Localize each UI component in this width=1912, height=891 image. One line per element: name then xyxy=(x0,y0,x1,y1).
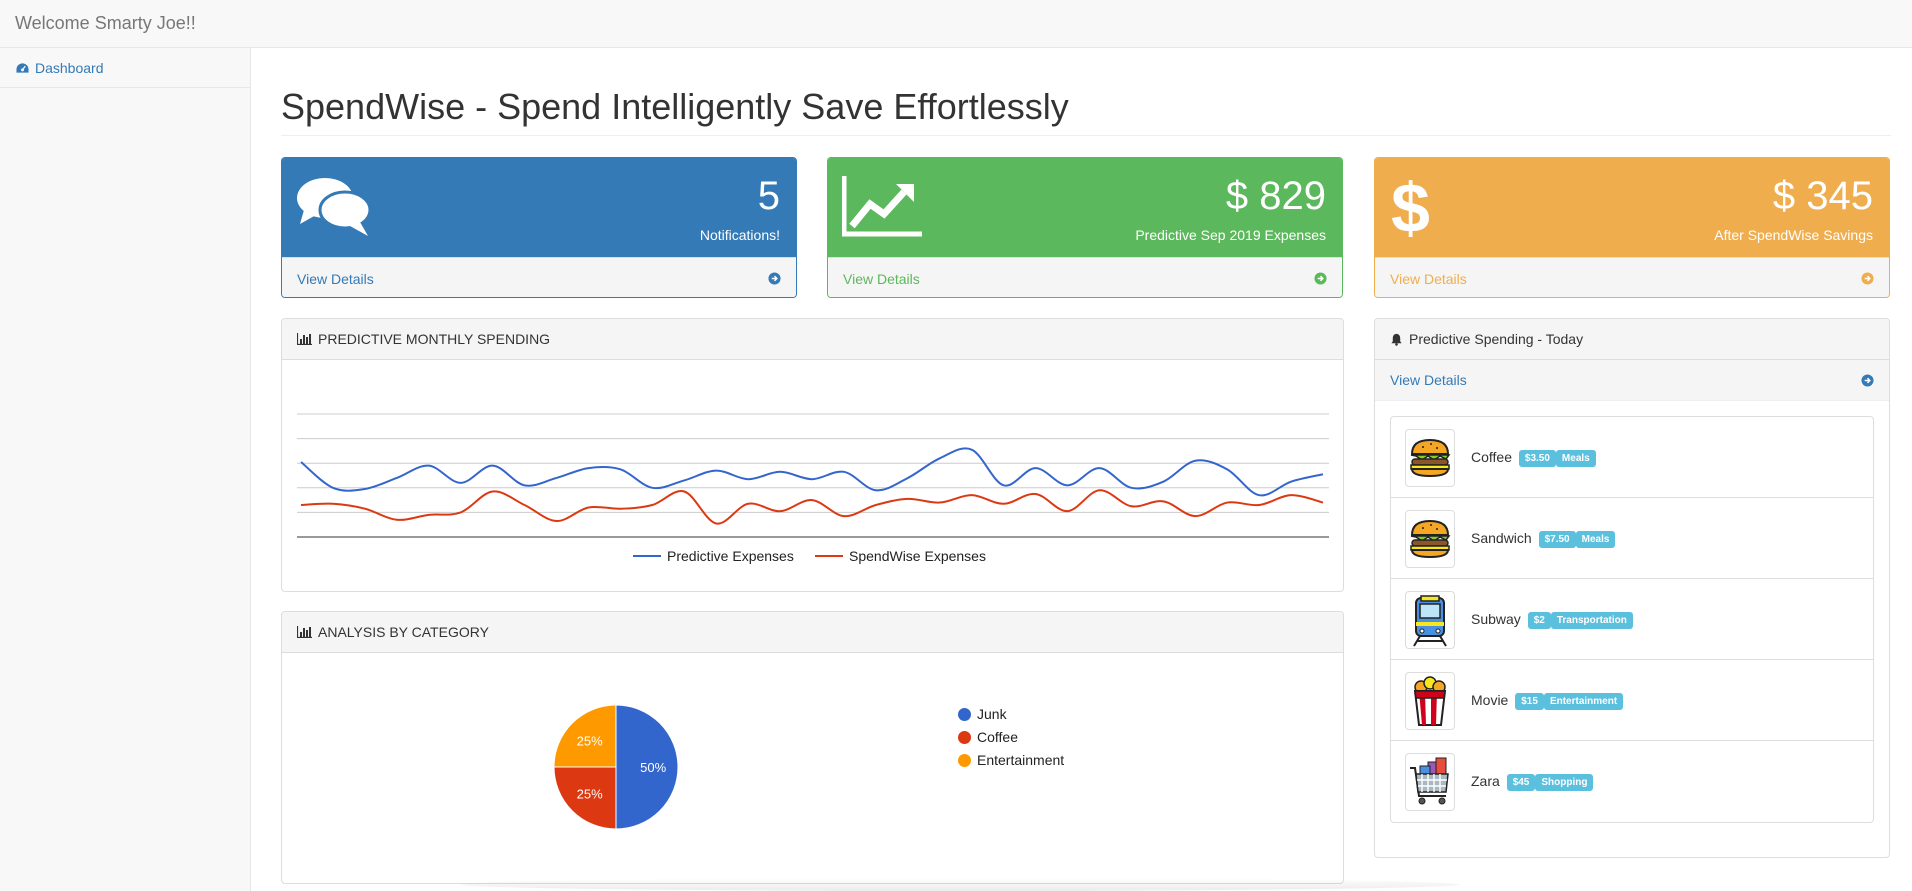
item-thumbnail xyxy=(1405,429,1455,487)
svg-text:$: $ xyxy=(1391,176,1430,242)
item-name-line: Sandwich $7.50 Meals xyxy=(1471,530,1616,548)
sidebar-item-label: Dashboard xyxy=(35,59,104,76)
amount-badge: $45 xyxy=(1506,774,1536,791)
item-name-line: Coffee $3.50 Meals xyxy=(1471,449,1596,467)
shopping-cart-icon xyxy=(1410,757,1449,805)
view-details-label: View Details xyxy=(1390,270,1467,287)
series-line-predictive xyxy=(300,447,1324,497)
legend-label: Coffee xyxy=(977,729,1018,745)
item-name-line: Zara $45 Shopping xyxy=(1471,773,1594,791)
amount-badge: $15 xyxy=(1515,693,1544,710)
view-details-link[interactable]: View Details xyxy=(1375,360,1889,401)
series-line-spendwise xyxy=(300,489,1324,525)
predictive-expenses-card: $ 829 Predictive Sep 2019 Expenses View … xyxy=(827,157,1343,298)
panel-title: PREDICTIVE MONTHLY SPENDING xyxy=(318,331,551,347)
item-thumbnail xyxy=(1405,510,1455,568)
legend-label: Junk xyxy=(977,706,1007,722)
line-chart: Predictive Expenses SpendWise Expenses xyxy=(297,413,1329,564)
savings-amount: $ 345 xyxy=(1772,174,1873,218)
pie-slice-label: 25% xyxy=(577,734,603,749)
bar-chart-icon xyxy=(297,333,312,345)
scroll-shadow xyxy=(460,878,1460,891)
sidebar-item-dashboard[interactable]: Dashboard xyxy=(0,48,250,88)
item-name: Subway xyxy=(1471,611,1521,627)
pie-slice-label: 25% xyxy=(577,786,603,801)
view-details-link[interactable]: View Details xyxy=(828,257,1342,297)
bar-chart-icon xyxy=(297,626,312,638)
view-details-label: View Details xyxy=(1390,372,1467,388)
pie-chart: 50% 25% 25% xyxy=(553,704,679,830)
list-item[interactable]: Zara $45 Shopping xyxy=(1391,741,1873,822)
legend-dot xyxy=(958,753,971,767)
legend-item-junk: Junk xyxy=(958,706,1007,722)
predictive-expenses-amount: $ 829 xyxy=(1225,174,1326,218)
view-details-link[interactable]: View Details xyxy=(282,257,796,297)
arrow-circle-right-icon xyxy=(1314,272,1327,285)
category-badge: Entertainment xyxy=(1543,693,1624,710)
title-divider xyxy=(281,135,1891,136)
item-thumbnail xyxy=(1405,753,1455,811)
item-name: Coffee xyxy=(1471,449,1512,465)
list-item[interactable]: Coffee $3.50 Meals xyxy=(1391,417,1873,498)
notifications-card: 5 Notifications! View Details xyxy=(281,157,797,298)
legend-item-entertainment: Entertainment xyxy=(958,752,1064,768)
category-badge: Transportation xyxy=(1550,612,1633,629)
predictive-spending-today-panel: Predictive Spending - Today View Details xyxy=(1374,318,1890,858)
arrow-circle-right-icon xyxy=(1861,272,1874,285)
burger-icon xyxy=(1410,519,1451,559)
legend-dot xyxy=(958,730,971,744)
item-name: Sandwich xyxy=(1471,530,1532,546)
view-details-label: View Details xyxy=(843,270,920,287)
list-item[interactable]: Subway $2 Transportation xyxy=(1391,579,1873,660)
view-details-link[interactable]: View Details xyxy=(1375,257,1889,297)
item-name-line: Movie $15 Entertainment xyxy=(1471,692,1624,710)
pie-slice-label: 50% xyxy=(640,760,666,775)
dollar-icon: $ xyxy=(1391,176,1430,242)
spending-list: Coffee $3.50Meals Sandwich $7.50Meals xyxy=(1390,416,1874,823)
list-item[interactable]: Sandwich $7.50 Meals xyxy=(1391,498,1873,579)
item-name: Movie xyxy=(1471,692,1509,708)
arrow-circle-right-icon xyxy=(768,272,781,285)
legend-item-coffee: Coffee xyxy=(958,729,1018,745)
savings-card: $ $ 345 After SpendWise Savings View Det… xyxy=(1374,157,1890,298)
top-navbar: Welcome Smarty Joe!! xyxy=(0,0,1912,48)
notifications-label: Notifications! xyxy=(699,227,780,243)
comments-icon xyxy=(297,178,372,236)
item-name: Zara xyxy=(1471,773,1500,789)
category-badge: Shopping xyxy=(1535,774,1594,791)
item-thumbnail xyxy=(1405,672,1455,730)
panel-title: Predictive Spending - Today xyxy=(1409,331,1584,347)
legend-label: Predictive Expenses xyxy=(667,548,794,564)
burger-icon xyxy=(1410,438,1451,478)
navbar-brand[interactable]: Welcome Smarty Joe!! xyxy=(15,13,196,34)
amount-badge: $2 xyxy=(1527,612,1551,629)
popcorn-icon xyxy=(1413,676,1447,726)
train-icon xyxy=(1413,595,1447,647)
amount-badge: $7.50 xyxy=(1538,531,1576,548)
bell-icon xyxy=(1391,333,1402,346)
savings-label: After SpendWise Savings xyxy=(1714,227,1873,243)
dashboard-icon xyxy=(16,62,29,73)
item-name-line: Subway $2 Transportation xyxy=(1471,611,1633,629)
notifications-count: 5 xyxy=(757,174,780,218)
view-details-label: View Details xyxy=(297,270,374,287)
predictive-expenses-label: Predictive Sep 2019 Expenses xyxy=(1135,227,1326,243)
amount-badge: $3.50 xyxy=(1518,450,1556,467)
category-badge: Meals xyxy=(1575,531,1616,548)
category-badge: Meals xyxy=(1555,450,1596,467)
panel-title: ANALYSIS BY CATEGORY xyxy=(318,624,489,640)
legend-label: Entertainment xyxy=(977,752,1065,768)
item-thumbnail xyxy=(1405,591,1455,649)
list-item[interactable]: Movie $15 Entertainment xyxy=(1391,660,1873,741)
arrow-circle-right-icon xyxy=(1861,373,1874,387)
legend-label: SpendWise Expenses xyxy=(849,548,986,564)
analysis-by-category-panel: ANALYSIS BY CATEGORY 50% 25% 25% Junk Coff… xyxy=(281,611,1344,884)
legend-dot xyxy=(958,707,971,721)
line-chart-icon xyxy=(842,176,922,237)
sidebar: Dashboard xyxy=(0,48,251,891)
page-title: SpendWise - Spend Intelligently Save Eff… xyxy=(281,86,1069,127)
predictive-monthly-spending-panel: PREDICTIVE MONTHLY SPENDING Predictive E… xyxy=(281,318,1344,592)
